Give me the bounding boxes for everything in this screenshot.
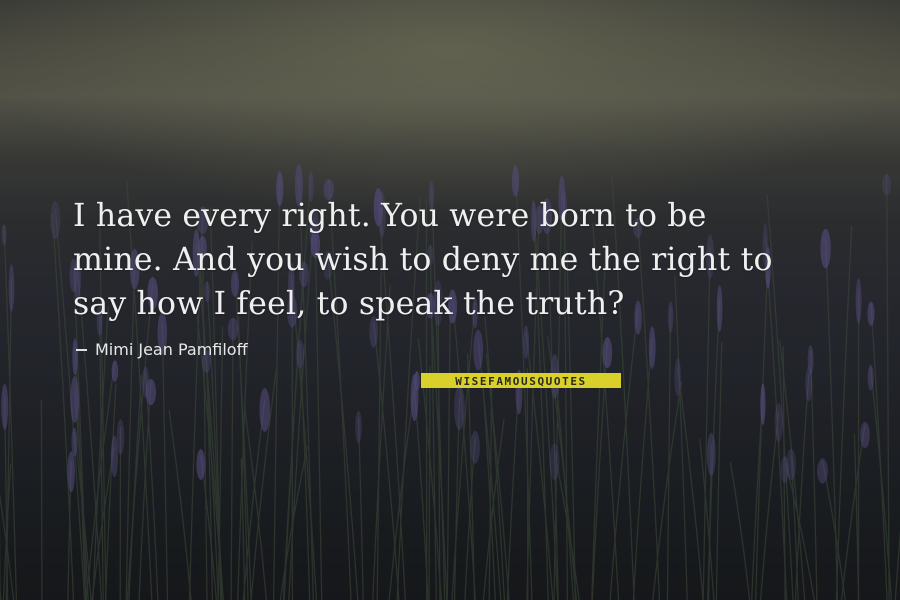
lavender-flower [71, 427, 78, 457]
lavender-flower [470, 430, 480, 464]
lavender-flower [882, 173, 892, 196]
lavender-flower [70, 376, 80, 423]
lavender-flower [674, 357, 681, 397]
quote-text: I have every right. You were born to be … [73, 194, 853, 326]
lavender-flower [602, 337, 613, 369]
lavender-flower [196, 449, 206, 481]
quote-line: say how I feel, to speak the truth? [73, 286, 625, 322]
wisefamousquotes-logo: WISEFAMOUSQUOTES [421, 373, 621, 388]
lavender-flower [454, 385, 465, 431]
lavender-flower [780, 456, 789, 484]
lavender-flower [473, 329, 484, 371]
lavender-flower [111, 360, 119, 382]
lavender-flower [295, 339, 305, 369]
quote-line: mine. And you wish to deny me the right … [73, 242, 773, 278]
lavender-flower [259, 388, 271, 432]
logo-text: WISEFAMOUSQUOTES [455, 374, 587, 388]
lavender-flower [1, 224, 7, 246]
lavender-flower [50, 200, 61, 240]
lavender-flower [648, 326, 656, 369]
author-name: Mimi Jean Pamfiloff [95, 340, 248, 359]
lavender-stem [40, 399, 43, 600]
lavender-flower [511, 165, 520, 197]
lavender-flower [867, 301, 875, 326]
lavender-flower [116, 419, 125, 455]
lavender-flower [549, 443, 560, 481]
quote-line: I have every right. You were born to be [73, 198, 707, 234]
lavender-flower [355, 410, 362, 444]
lavender-flower [142, 366, 150, 398]
author-dash [76, 348, 87, 351]
lavender-flower [706, 432, 716, 476]
lavender-flower [805, 366, 813, 402]
lavender-flower [410, 373, 419, 422]
lavender-flower [817, 458, 828, 484]
lavender-flower [774, 403, 783, 442]
quote-card: I have every right. You were born to be … [0, 0, 900, 600]
lavender-flower [855, 278, 862, 324]
lavender-flower [110, 435, 118, 478]
quote-author: Mimi Jean Pamfiloff [76, 340, 248, 359]
lavender-flower [860, 421, 870, 449]
lavender-flower [8, 264, 15, 312]
lavender-flower [867, 364, 874, 391]
lavender-flower [1, 383, 9, 430]
lavender-flower [523, 325, 529, 359]
lavender-flower [67, 451, 75, 493]
lavender-flower [760, 383, 766, 426]
